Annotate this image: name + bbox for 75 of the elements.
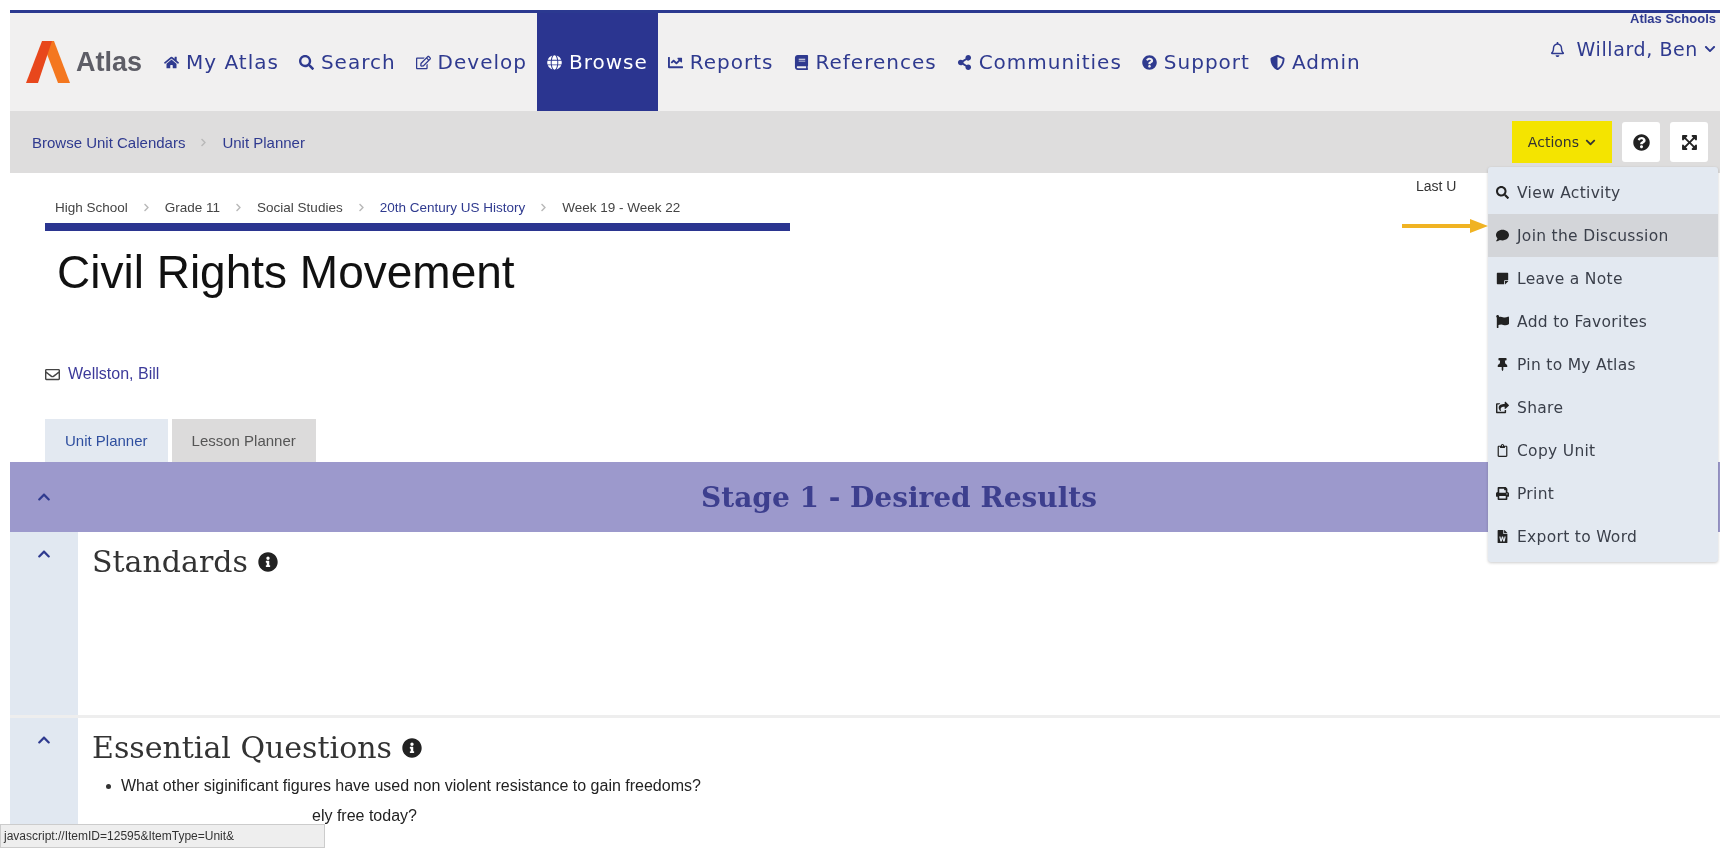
nav-item[interactable]: Admin (1259, 13, 1371, 111)
chevron-right-icon (199, 137, 209, 147)
bell-icon[interactable] (1549, 41, 1565, 57)
unit-title: Civil Rights Movement (57, 245, 515, 299)
question-text: ely free today? (312, 807, 417, 825)
menu-item[interactable]: Pin to My Atlas (1488, 343, 1718, 386)
bullet-icon (106, 783, 111, 789)
path-item: Social Studies (257, 200, 343, 215)
user-menu[interactable]: Willard, Ben (1576, 38, 1716, 60)
nav-item[interactable]: Search (288, 13, 406, 111)
help-button[interactable] (1622, 122, 1660, 162)
share-icon (1496, 401, 1509, 414)
home-icon (164, 54, 180, 70)
flag-icon (1496, 315, 1509, 328)
chevron-right-icon (539, 203, 549, 212)
share-icon (956, 54, 972, 70)
logo-icon (26, 39, 70, 85)
pin-icon (1496, 358, 1509, 371)
menu-item[interactable]: View Activity (1488, 171, 1718, 214)
nav-item[interactable]: Develop (405, 13, 537, 111)
menu-item[interactable]: Copy Unit (1488, 429, 1718, 472)
chevron-right-icon (356, 203, 366, 212)
search-icon (298, 54, 314, 70)
edit-icon (415, 54, 431, 70)
author-link[interactable]: Wellston, Bill (45, 365, 160, 383)
logo-text: Atlas (76, 46, 143, 78)
menu-item[interactable]: Add to Favorites (1488, 300, 1718, 343)
path-link[interactable]: 20th Century US History (379, 200, 526, 215)
speech-bubble-icon (1496, 229, 1509, 242)
chevron-right-icon (141, 203, 151, 212)
arrow-icon (1402, 218, 1488, 234)
info-icon[interactable] (257, 551, 278, 572)
word-document-icon (1496, 530, 1509, 543)
nav-item[interactable]: References (783, 13, 947, 111)
section-title: Essential Questions (92, 730, 392, 765)
nav-item[interactable]: Browse (536, 13, 658, 111)
question-icon (1141, 54, 1157, 70)
actions-button[interactable]: Actions (1511, 121, 1612, 163)
book-icon (793, 54, 809, 70)
nav-item[interactable]: Communities (946, 13, 1132, 111)
question-text: What other siginificant figures have used non violent resistance to gain freedoms? (121, 777, 701, 795)
last-updated-text: Last U (1416, 178, 1457, 194)
chevron-right-icon (234, 203, 244, 212)
fullscreen-button[interactable] (1670, 122, 1708, 162)
shield-icon (1269, 54, 1285, 70)
menu-item[interactable]: Export to Word (1488, 515, 1718, 558)
chart-icon (667, 54, 683, 70)
path-item: High School (55, 200, 128, 215)
envelope-icon (45, 366, 60, 382)
path-item: Grade 11 (164, 200, 221, 215)
globe-icon (546, 54, 562, 70)
menu-item[interactable]: Share (1488, 386, 1718, 429)
tab[interactable]: Lesson Planner (171, 419, 316, 462)
search-icon (1496, 186, 1509, 199)
tab[interactable]: Unit Planner (45, 419, 168, 462)
path-item: Week 19 - Week 22 (562, 200, 681, 215)
breadcrumb-link[interactable]: Browse Unit Calendars (32, 133, 186, 151)
stage-title: Stage 1 - Desired Results (701, 480, 1097, 514)
question-icon (1632, 133, 1650, 151)
menu-item[interactable]: Leave a Note (1488, 257, 1718, 300)
school-name: Atlas Schools (1630, 11, 1716, 26)
clipboard-icon (1496, 444, 1509, 457)
info-icon[interactable] (401, 737, 422, 758)
nav-item[interactable]: Reports (657, 13, 784, 111)
breadcrumb-link[interactable]: Unit Planner (222, 133, 305, 151)
printer-icon (1496, 487, 1509, 500)
nav-item[interactable]: Support (1131, 13, 1260, 111)
menu-item[interactable]: Join the Discussion (1488, 214, 1718, 257)
expand-icon (1680, 133, 1698, 151)
section-title: Standards (92, 544, 248, 579)
chevron-down-icon (1704, 43, 1716, 55)
menu-item[interactable]: Print (1488, 472, 1718, 515)
status-bar-url: javascript://ItemID=12595&ItemType=Unit& (0, 824, 325, 848)
nav-item[interactable]: My Atlas (154, 13, 289, 111)
note-icon (1496, 272, 1509, 285)
